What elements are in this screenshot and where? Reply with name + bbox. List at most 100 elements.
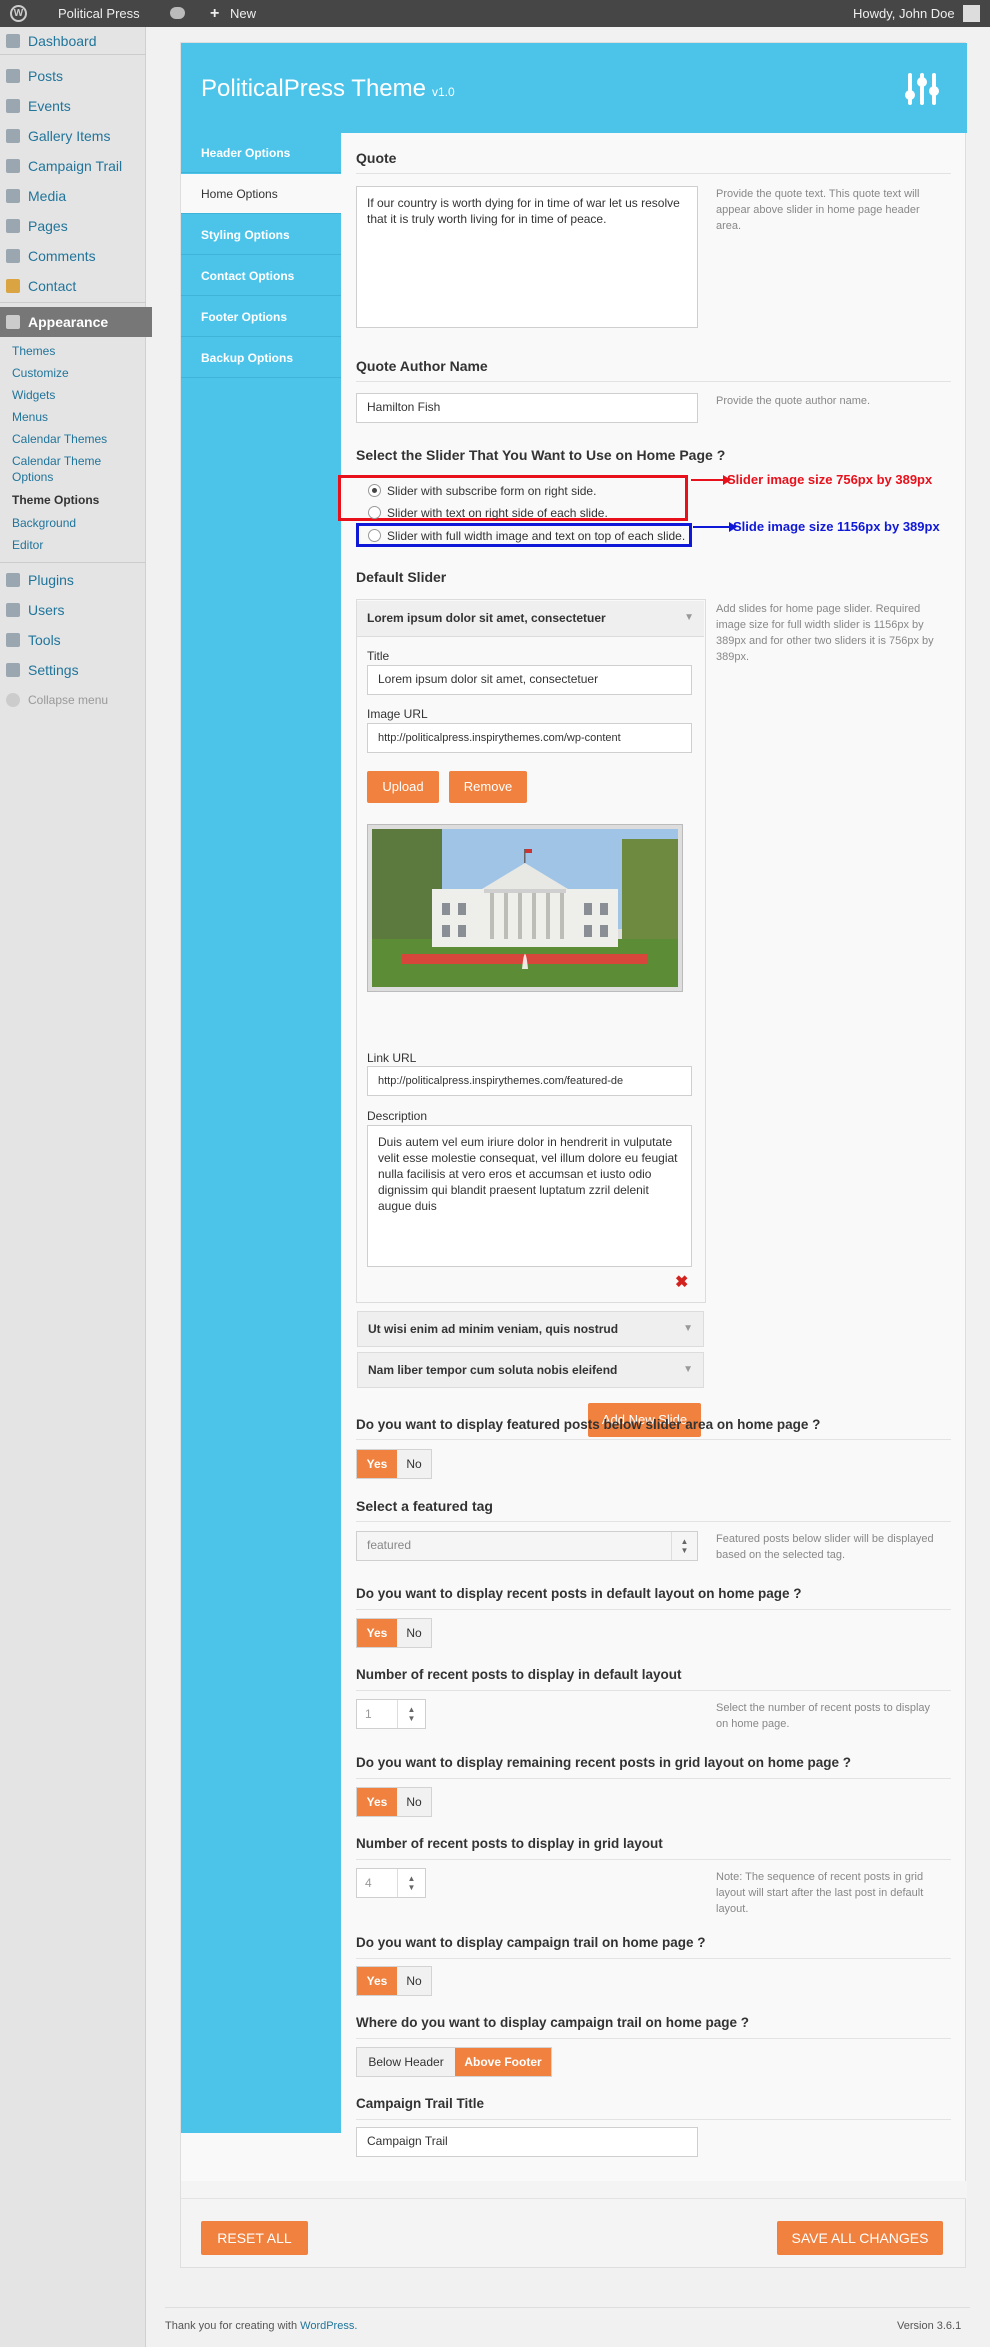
above-footer-option[interactable]: Above Footer xyxy=(455,2048,551,2076)
menu-item-tools[interactable]: Tools xyxy=(0,627,146,653)
link-url-input[interactable]: http://politicalpress.inspirythemes.com/… xyxy=(367,1066,692,1096)
slide-title-input[interactable]: Lorem ipsum dolor sit amet, consectetuer xyxy=(367,665,692,695)
slide-1-title: Lorem ipsum dolor sit amet, consectetuer xyxy=(367,611,606,625)
no-option[interactable]: No xyxy=(397,1619,431,1647)
image-url-label: Image URL xyxy=(367,707,428,721)
recent-default-number-heading: Number of recent posts to display in def… xyxy=(356,1667,682,1682)
submenu-background[interactable]: Background xyxy=(12,516,76,531)
slider-option-full-width-label: Slider with full width image and text on… xyxy=(387,529,686,543)
footer-divider xyxy=(165,2307,970,2308)
wordpress-logo-icon[interactable]: W xyxy=(10,5,27,22)
campaign-trail-toggle[interactable]: Yes No xyxy=(356,1966,432,1996)
yes-option[interactable]: Yes xyxy=(357,1967,397,1995)
submenu-calendar-theme[interactable]: Calendar Theme xyxy=(12,454,101,469)
gallery-icon xyxy=(6,129,20,143)
upload-button[interactable]: Upload xyxy=(367,771,439,803)
slide-accordion-1[interactable]: Lorem ipsum dolor sit amet, consectetuer… xyxy=(357,601,704,637)
menu-item-posts[interactable]: Posts xyxy=(0,63,146,89)
tab-backup-options[interactable]: Backup Options xyxy=(181,338,341,378)
submenu-customize[interactable]: Customize xyxy=(12,366,69,381)
tab-home-options[interactable]: Home Options xyxy=(181,174,341,214)
submenu-theme-options[interactable]: Theme Options xyxy=(12,493,99,508)
campaign-where-toggle[interactable]: Below Header Above Footer xyxy=(356,2047,552,2077)
slider-option-subscribe-radio[interactable] xyxy=(368,484,381,497)
menu-item-dashboard[interactable]: Dashboard xyxy=(0,28,146,54)
menu-item-campaign-trail[interactable]: Campaign Trail xyxy=(0,153,146,179)
menu-item-contact[interactable]: Contact xyxy=(0,273,146,299)
stepper-arrows-icon[interactable]: ▲ ▼ xyxy=(397,1700,425,1728)
recent-default-number-spinner[interactable]: 1 ▲ ▼ xyxy=(356,1699,426,1729)
menu-item-comments[interactable]: Comments xyxy=(0,243,146,269)
howdy-link[interactable]: Howdy, John Doe xyxy=(853,0,955,27)
quote-help: Provide the quote text. This quote text … xyxy=(716,188,920,232)
no-option[interactable]: No xyxy=(397,1788,431,1816)
stepper-arrows-icon[interactable]: ▲ ▼ xyxy=(397,1869,425,1897)
slide-accordion-2[interactable]: Ut wisi enim ad minim veniam, quis nostr… xyxy=(357,1311,704,1347)
tab-header-options[interactable]: Header Options xyxy=(181,133,341,173)
slide-image xyxy=(367,824,683,992)
campaign-title-input[interactable]: Campaign Trail xyxy=(356,2127,698,2157)
menu-item-settings[interactable]: Settings xyxy=(0,657,146,683)
submenu-calendar-theme-options[interactable]: Options xyxy=(12,470,53,485)
featured-tag-select[interactable]: featured xyxy=(356,1531,698,1561)
divider xyxy=(356,173,951,174)
menu-item-appearance[interactable]: Appearance xyxy=(0,307,152,337)
yes-option[interactable]: Yes xyxy=(357,1788,397,1816)
submenu-calendar-themes[interactable]: Calendar Themes xyxy=(12,432,107,447)
delete-slide-icon[interactable]: ✖ xyxy=(675,1275,688,1291)
menu-separator xyxy=(0,54,146,55)
submenu-menus[interactable]: Menus xyxy=(12,410,48,425)
image-url-input[interactable]: http://politicalpress.inspirythemes.com/… xyxy=(367,723,692,753)
menu-item-events[interactable]: Events xyxy=(0,93,146,119)
recent-default-toggle[interactable]: Yes No xyxy=(356,1618,432,1648)
divider xyxy=(356,2119,951,2120)
slider-option-text-right-radio[interactable] xyxy=(368,506,381,519)
menu-item-users[interactable]: Users xyxy=(0,597,146,623)
chevron-down-icon: ▼ xyxy=(683,1323,693,1334)
quote-author-input[interactable]: Hamilton Fish xyxy=(356,393,698,423)
campaign-title-heading: Campaign Trail Title xyxy=(356,2096,485,2111)
campaign-icon xyxy=(6,159,20,173)
submenu-widgets[interactable]: Widgets xyxy=(12,388,55,403)
divider xyxy=(356,1958,951,1959)
yes-option[interactable]: Yes xyxy=(357,1450,397,1478)
below-header-option[interactable]: Below Header xyxy=(357,2048,455,2076)
theme-options-panel: PoliticalPress Theme v1.0 Header Options … xyxy=(180,42,967,2208)
events-icon xyxy=(6,99,20,113)
slide-accordion-3[interactable]: Nam liber tempor cum soluta nobis eleife… xyxy=(357,1352,704,1388)
divider xyxy=(356,1690,951,1691)
tab-styling-options[interactable]: Styling Options xyxy=(181,215,341,255)
no-option[interactable]: No xyxy=(397,1450,431,1478)
comments-icon[interactable] xyxy=(170,7,185,19)
menu-item-media[interactable]: Media xyxy=(0,183,146,209)
save-all-changes-button[interactable]: SAVE ALL CHANGES xyxy=(777,2221,943,2255)
featured-posts-toggle[interactable]: Yes No xyxy=(356,1449,432,1479)
site-name-link[interactable]: Political Press xyxy=(58,0,140,27)
featured-tag-value: featured xyxy=(367,1538,412,1552)
menu-item-plugins[interactable]: Plugins xyxy=(0,567,146,593)
submenu-editor[interactable]: Editor xyxy=(12,538,43,553)
new-content-link[interactable]: New xyxy=(230,0,256,27)
wordpress-link[interactable]: WordPress. xyxy=(300,2320,357,2332)
remove-button[interactable]: Remove xyxy=(449,771,527,803)
recent-grid-toggle[interactable]: Yes No xyxy=(356,1787,432,1817)
reset-all-button[interactable]: RESET ALL xyxy=(201,2221,308,2255)
avatar[interactable] xyxy=(963,5,980,22)
description-textarea[interactable]: Duis autem vel eum iriure dolor in hendr… xyxy=(367,1125,692,1267)
submenu-themes[interactable]: Themes xyxy=(12,344,55,359)
featured-tag-heading: Select a featured tag xyxy=(356,1498,493,1514)
menu-item-pages[interactable]: Pages xyxy=(0,213,146,239)
recent-grid-number-spinner[interactable]: 4 ▲ ▼ xyxy=(356,1868,426,1898)
tab-contact-options[interactable]: Contact Options xyxy=(181,256,341,296)
media-icon xyxy=(6,189,20,203)
quote-textarea[interactable]: If our country is worth dying for in tim… xyxy=(356,186,698,328)
red-size-note: Slider image size 756px by 389px xyxy=(727,472,933,487)
yes-option[interactable]: Yes xyxy=(357,1619,397,1647)
tab-footer-options[interactable]: Footer Options xyxy=(181,297,341,337)
slider-option-full-width-radio[interactable] xyxy=(368,529,381,542)
menu-item-gallery-items[interactable]: Gallery Items xyxy=(0,123,146,149)
divider xyxy=(356,1521,951,1522)
collapse-menu-button[interactable]: Collapse menu xyxy=(0,687,146,713)
tools-icon xyxy=(6,633,20,647)
no-option[interactable]: No xyxy=(397,1967,431,1995)
